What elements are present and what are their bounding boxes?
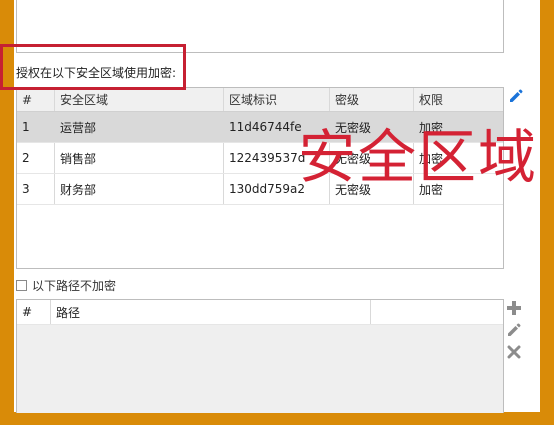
column-header-path[interactable]: 路径 [51,300,371,324]
column-header-level[interactable]: 密级 [330,88,414,111]
security-zone-caption: 安全区域 [298,123,539,191]
exclude-paths-checkbox[interactable] [16,280,27,291]
highlight-box [0,44,186,90]
settings-panel: 授权在以下安全区域使用加密: # 安全区域 区域标识 密级 权限 1 运营部 1… [0,0,540,413]
table-header: # 路径 [17,300,503,325]
row-number: 2 [17,143,55,173]
zone-name: 销售部 [55,143,224,173]
column-header-number[interactable]: # [17,300,51,324]
pencil-icon[interactable] [506,322,522,338]
plus-icon[interactable] [506,300,522,316]
zone-name: 运营部 [55,112,224,142]
path-actions [506,300,524,366]
column-header-zone[interactable]: 安全区域 [55,88,224,111]
exclude-paths-toggle[interactable]: 以下路径不加密 [16,277,116,294]
column-header-zone-id[interactable]: 区域标识 [224,88,330,111]
close-icon[interactable] [506,344,522,360]
pencil-icon[interactable] [508,88,524,104]
table-header: # 安全区域 区域标识 密级 权限 [17,88,503,112]
row-number: 3 [17,174,55,204]
zone-name: 财务部 [55,174,224,204]
exclude-paths-table: # 路径 [16,299,504,413]
exclude-paths-label: 以下路径不加密 [32,279,117,293]
column-header-number[interactable]: # [17,88,55,111]
column-header-extra[interactable] [371,300,503,324]
column-header-permission[interactable]: 权限 [414,88,503,111]
row-number: 1 [17,112,55,142]
